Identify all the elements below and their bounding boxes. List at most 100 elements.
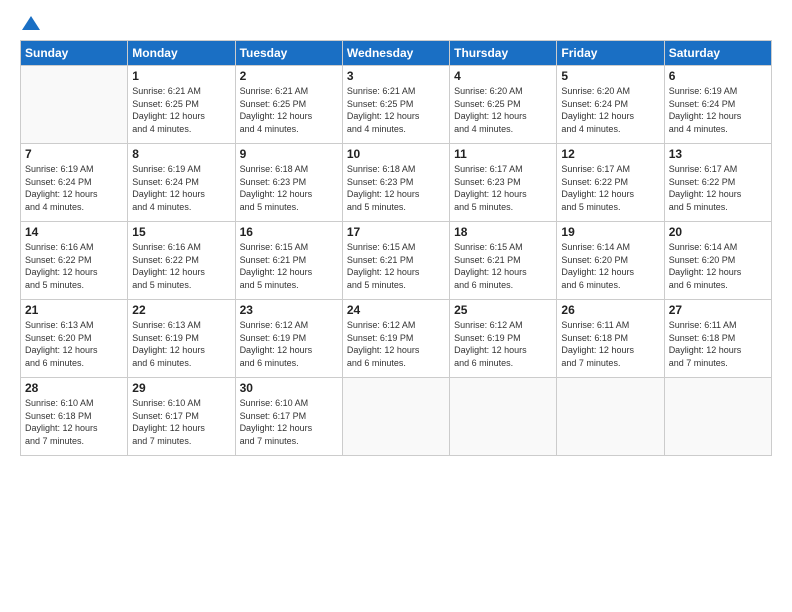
day-number: 2 (240, 69, 338, 83)
calendar-cell: 11 Sunrise: 6:17 AM Sunset: 6:23 PM Dayli… (450, 144, 557, 222)
day-info: Sunrise: 6:15 AM Sunset: 6:21 PM Dayligh… (347, 241, 445, 291)
day-number: 24 (347, 303, 445, 317)
day-info: Sunrise: 6:18 AM Sunset: 6:23 PM Dayligh… (240, 163, 338, 213)
day-number: 9 (240, 147, 338, 161)
calendar-header-saturday: Saturday (664, 41, 771, 66)
calendar-cell: 27 Sunrise: 6:11 AM Sunset: 6:18 PM Dayli… (664, 300, 771, 378)
calendar-cell: 28 Sunrise: 6:10 AM Sunset: 6:18 PM Dayli… (21, 378, 128, 456)
day-number: 12 (561, 147, 659, 161)
day-info: Sunrise: 6:14 AM Sunset: 6:20 PM Dayligh… (669, 241, 767, 291)
calendar-cell: 15 Sunrise: 6:16 AM Sunset: 6:22 PM Dayli… (128, 222, 235, 300)
calendar-cell (21, 66, 128, 144)
calendar-cell: 16 Sunrise: 6:15 AM Sunset: 6:21 PM Dayli… (235, 222, 342, 300)
calendar-cell: 17 Sunrise: 6:15 AM Sunset: 6:21 PM Dayli… (342, 222, 449, 300)
day-info: Sunrise: 6:16 AM Sunset: 6:22 PM Dayligh… (132, 241, 230, 291)
day-number: 1 (132, 69, 230, 83)
day-info: Sunrise: 6:15 AM Sunset: 6:21 PM Dayligh… (454, 241, 552, 291)
calendar-week-4: 21Sunrise: 6:13 AM Sunset: 6:20 PM Dayli… (21, 300, 772, 378)
calendar-cell: 23Sunrise: 6:12 AM Sunset: 6:19 PM Dayli… (235, 300, 342, 378)
day-info: Sunrise: 6:15 AM Sunset: 6:21 PM Dayligh… (240, 241, 338, 291)
calendar-header-row: SundayMondayTuesdayWednesdayThursdayFrid… (21, 41, 772, 66)
day-number: 14 (25, 225, 123, 239)
day-number: 30 (240, 381, 338, 395)
day-info: Sunrise: 6:19 AM Sunset: 6:24 PM Dayligh… (25, 163, 123, 213)
day-info: Sunrise: 6:16 AM Sunset: 6:22 PM Dayligh… (25, 241, 123, 291)
calendar-cell: 4Sunrise: 6:20 AM Sunset: 6:25 PM Daylig… (450, 66, 557, 144)
calendar-week-5: 28 Sunrise: 6:10 AM Sunset: 6:18 PM Dayli… (21, 378, 772, 456)
calendar-cell: 2 Sunrise: 6:21 AM Sunset: 6:25 PM Daylig… (235, 66, 342, 144)
day-info: Sunrise: 6:19 AM Sunset: 6:24 PM Dayligh… (132, 163, 230, 213)
calendar-cell: 14 Sunrise: 6:16 AM Sunset: 6:22 PM Dayli… (21, 222, 128, 300)
page: SundayMondayTuesdayWednesdayThursdayFrid… (0, 0, 792, 612)
day-info: Sunrise: 6:21 AM Sunset: 6:25 PM Dayligh… (347, 85, 445, 135)
day-number: 26 (561, 303, 659, 317)
calendar-header-thursday: Thursday (450, 41, 557, 66)
logo (20, 16, 40, 30)
day-number: 27 (669, 303, 767, 317)
calendar-cell (664, 378, 771, 456)
calendar-cell: 22Sunrise: 6:13 AM Sunset: 6:19 PM Dayli… (128, 300, 235, 378)
day-number: 5 (561, 69, 659, 83)
day-number: 11 (454, 147, 552, 161)
calendar-header-monday: Monday (128, 41, 235, 66)
day-number: 13 (669, 147, 767, 161)
day-number: 20 (669, 225, 767, 239)
day-info: Sunrise: 6:18 AM Sunset: 6:23 PM Dayligh… (347, 163, 445, 213)
calendar-cell (450, 378, 557, 456)
day-number: 22 (132, 303, 230, 317)
day-info: Sunrise: 6:21 AM Sunset: 6:25 PM Dayligh… (132, 85, 230, 135)
calendar-cell (342, 378, 449, 456)
day-info: Sunrise: 6:19 AM Sunset: 6:24 PM Dayligh… (669, 85, 767, 135)
calendar-cell (557, 378, 664, 456)
day-number: 6 (669, 69, 767, 83)
calendar-cell: 24Sunrise: 6:12 AM Sunset: 6:19 PM Dayli… (342, 300, 449, 378)
day-info: Sunrise: 6:11 AM Sunset: 6:18 PM Dayligh… (669, 319, 767, 369)
day-info: Sunrise: 6:10 AM Sunset: 6:18 PM Dayligh… (25, 397, 123, 447)
day-number: 4 (454, 69, 552, 83)
day-number: 18 (454, 225, 552, 239)
day-info: Sunrise: 6:17 AM Sunset: 6:22 PM Dayligh… (669, 163, 767, 213)
day-info: Sunrise: 6:10 AM Sunset: 6:17 PM Dayligh… (240, 397, 338, 447)
day-number: 15 (132, 225, 230, 239)
calendar-cell: 20 Sunrise: 6:14 AM Sunset: 6:20 PM Dayli… (664, 222, 771, 300)
day-info: Sunrise: 6:21 AM Sunset: 6:25 PM Dayligh… (240, 85, 338, 135)
calendar-cell: 25Sunrise: 6:12 AM Sunset: 6:19 PM Dayli… (450, 300, 557, 378)
calendar-cell: 7 Sunrise: 6:19 AM Sunset: 6:24 PM Daylig… (21, 144, 128, 222)
day-number: 25 (454, 303, 552, 317)
day-number: 7 (25, 147, 123, 161)
calendar-header-tuesday: Tuesday (235, 41, 342, 66)
calendar-week-2: 7 Sunrise: 6:19 AM Sunset: 6:24 PM Daylig… (21, 144, 772, 222)
calendar-cell: 19 Sunrise: 6:14 AM Sunset: 6:20 PM Dayli… (557, 222, 664, 300)
calendar-cell: 12 Sunrise: 6:17 AM Sunset: 6:22 PM Dayli… (557, 144, 664, 222)
calendar-cell: 10Sunrise: 6:18 AM Sunset: 6:23 PM Dayli… (342, 144, 449, 222)
day-info: Sunrise: 6:20 AM Sunset: 6:24 PM Dayligh… (561, 85, 659, 135)
calendar-cell: 9 Sunrise: 6:18 AM Sunset: 6:23 PM Daylig… (235, 144, 342, 222)
calendar-cell: 18 Sunrise: 6:15 AM Sunset: 6:21 PM Dayli… (450, 222, 557, 300)
calendar-header-sunday: Sunday (21, 41, 128, 66)
day-number: 16 (240, 225, 338, 239)
calendar-header-wednesday: Wednesday (342, 41, 449, 66)
calendar-cell: 29Sunrise: 6:10 AM Sunset: 6:17 PM Dayli… (128, 378, 235, 456)
calendar-cell: 30 Sunrise: 6:10 AM Sunset: 6:17 PM Dayli… (235, 378, 342, 456)
day-number: 17 (347, 225, 445, 239)
day-number: 21 (25, 303, 123, 317)
day-info: Sunrise: 6:14 AM Sunset: 6:20 PM Dayligh… (561, 241, 659, 291)
calendar-cell: 13 Sunrise: 6:17 AM Sunset: 6:22 PM Dayli… (664, 144, 771, 222)
day-number: 8 (132, 147, 230, 161)
day-number: 19 (561, 225, 659, 239)
calendar-cell: 8 Sunrise: 6:19 AM Sunset: 6:24 PM Daylig… (128, 144, 235, 222)
calendar-table: SundayMondayTuesdayWednesdayThursdayFrid… (20, 40, 772, 456)
header (20, 16, 772, 30)
day-info: Sunrise: 6:11 AM Sunset: 6:18 PM Dayligh… (561, 319, 659, 369)
calendar-cell: 3 Sunrise: 6:21 AM Sunset: 6:25 PM Daylig… (342, 66, 449, 144)
day-number: 28 (25, 381, 123, 395)
calendar-cell: 1 Sunrise: 6:21 AM Sunset: 6:25 PM Daylig… (128, 66, 235, 144)
day-info: Sunrise: 6:10 AM Sunset: 6:17 PM Dayligh… (132, 397, 230, 447)
day-info: Sunrise: 6:17 AM Sunset: 6:22 PM Dayligh… (561, 163, 659, 213)
calendar-cell: 6 Sunrise: 6:19 AM Sunset: 6:24 PM Daylig… (664, 66, 771, 144)
calendar-cell: 21Sunrise: 6:13 AM Sunset: 6:20 PM Dayli… (21, 300, 128, 378)
day-info: Sunrise: 6:17 AM Sunset: 6:23 PM Dayligh… (454, 163, 552, 213)
day-info: Sunrise: 6:12 AM Sunset: 6:19 PM Dayligh… (240, 319, 338, 369)
calendar-cell: 26 Sunrise: 6:11 AM Sunset: 6:18 PM Dayli… (557, 300, 664, 378)
day-number: 3 (347, 69, 445, 83)
